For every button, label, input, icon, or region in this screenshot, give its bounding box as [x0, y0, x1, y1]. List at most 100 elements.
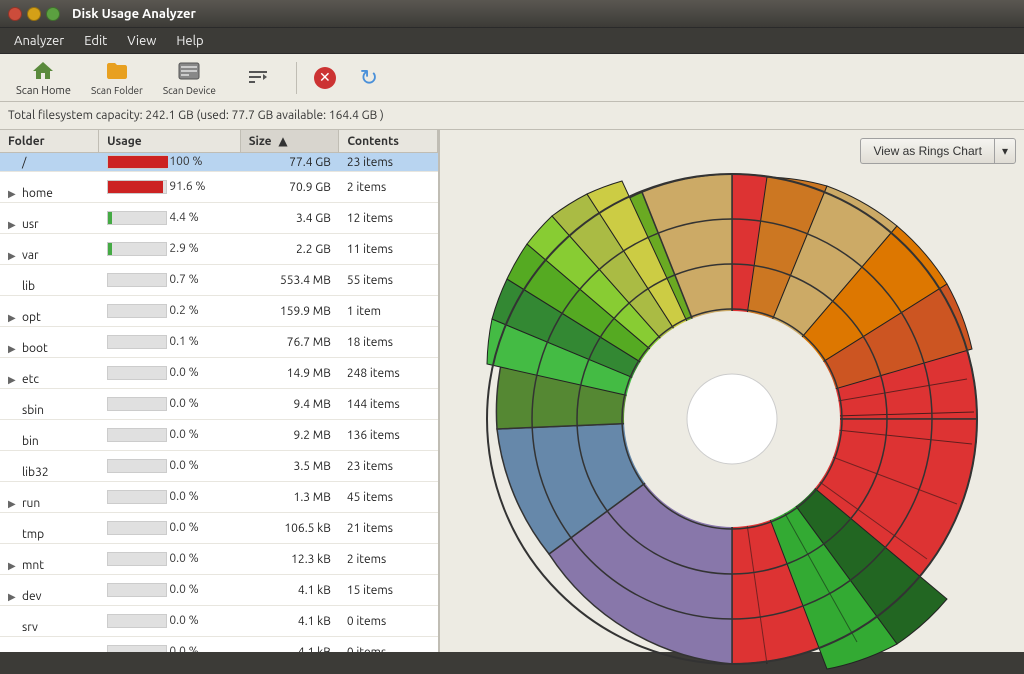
table-row[interactable]: ▶var 2.9 %2.2 GB11 items: [0, 234, 438, 265]
size-cell: 9.4 MB: [240, 389, 339, 420]
usage-percent: 0.0 %: [167, 552, 199, 565]
size-cell: 159.9 MB: [240, 296, 339, 327]
usage-cell: 0.0 %: [99, 575, 241, 606]
titlebar: Disk Usage Analyzer: [0, 0, 1024, 28]
table-row[interactable]: ▶dev 0.0 %4.1 kB15 items: [0, 575, 438, 606]
filesystem-icon: [246, 65, 270, 89]
window-title: Disk Usage Analyzer: [72, 7, 196, 21]
folder-name-label: lib32: [22, 466, 49, 479]
folder-name-label: /: [22, 156, 26, 169]
table-row[interactable]: sbin 0.0 %9.4 MB144 items: [0, 389, 438, 420]
usage-percent: 4.4 %: [167, 211, 199, 224]
expand-arrow-icon[interactable]: ▶: [8, 560, 20, 572]
file-table: Folder Usage Size ▲ Contents / 100 %77.4…: [0, 130, 438, 652]
table-row[interactable]: / 100 %77.4 GB23 items: [0, 153, 438, 172]
usage-cell: 0.0 %: [99, 637, 241, 653]
minimize-button[interactable]: [27, 7, 41, 21]
expand-arrow-icon[interactable]: ▶: [8, 498, 20, 510]
expand-arrow-icon[interactable]: ▶: [8, 374, 20, 386]
contents-cell: 45 items: [339, 482, 438, 513]
folder-name-label: var: [22, 249, 39, 262]
table-row[interactable]: cdrom 0.0 %4.1 kB0 items: [0, 637, 438, 653]
contents-cell: 136 items: [339, 420, 438, 451]
view-as-rings-button[interactable]: View as Rings Chart: [860, 138, 994, 164]
expand-arrow-icon[interactable]: ▶: [8, 219, 20, 231]
size-cell: 4.1 kB: [240, 606, 339, 637]
table-row[interactable]: ▶usr 4.4 %3.4 GB12 items: [0, 203, 438, 234]
size-cell: 2.2 GB: [240, 234, 339, 265]
usage-percent: 0.0 %: [167, 583, 199, 596]
scan-folder-button[interactable]: Scan Folder: [83, 55, 151, 100]
scan-folder-label: Scan Folder: [91, 85, 143, 96]
usage-percent: 2.9 %: [167, 242, 199, 255]
col-usage[interactable]: Usage: [99, 130, 241, 153]
size-cell: 77.4 GB: [240, 153, 339, 172]
filesystem-info: Total filesystem capacity: 242.1 GB (use…: [8, 109, 384, 122]
folder-name-label: boot: [22, 342, 48, 355]
menu-view[interactable]: View: [117, 32, 166, 50]
table-row[interactable]: tmp 0.0 %106.5 kB21 items: [0, 513, 438, 544]
table-row[interactable]: ▶opt 0.2 %159.9 MB1 item: [0, 296, 438, 327]
table-row[interactable]: ▶mnt 0.0 %12.3 kB2 items: [0, 544, 438, 575]
size-cell: 3.4 GB: [240, 203, 339, 234]
usage-percent: 0.0 %: [167, 614, 199, 627]
contents-cell: 248 items: [339, 358, 438, 389]
scan-device-label: Scan Device: [163, 85, 216, 96]
size-cell: 9.2 MB: [240, 420, 339, 451]
col-size[interactable]: Size ▲: [240, 130, 339, 153]
main-content: Folder Usage Size ▲ Contents / 100 %77.4…: [0, 130, 1024, 652]
view-dropdown-button[interactable]: ▾: [994, 138, 1016, 164]
usage-percent: 0.0 %: [167, 366, 199, 379]
col-contents[interactable]: Contents: [339, 130, 438, 153]
table-row[interactable]: lib32 0.0 %3.5 MB23 items: [0, 451, 438, 482]
table-row[interactable]: lib 0.7 %553.4 MB55 items: [0, 265, 438, 296]
folder-icon: [105, 59, 129, 83]
usage-cell: 100 %: [99, 153, 241, 172]
stop-icon: ✕: [313, 66, 337, 90]
file-pane[interactable]: Folder Usage Size ▲ Contents / 100 %77.4…: [0, 130, 440, 652]
folder-name-label: mnt: [22, 559, 44, 572]
table-row[interactable]: ▶boot 0.1 %76.7 MB18 items: [0, 327, 438, 358]
scan-home-button[interactable]: Scan Home: [8, 55, 79, 101]
table-row[interactable]: srv 0.0 %4.1 kB0 items: [0, 606, 438, 637]
scan-device-button[interactable]: Scan Device: [155, 55, 224, 100]
close-button[interactable]: [8, 7, 22, 21]
stop-button[interactable]: ✕: [305, 62, 345, 94]
usage-percent: 0.0 %: [167, 645, 199, 652]
size-cell: 106.5 kB: [240, 513, 339, 544]
rings-chart: [467, 164, 997, 674]
folder-name-label: run: [22, 497, 40, 510]
table-row[interactable]: ▶etc 0.0 %14.9 MB248 items: [0, 358, 438, 389]
expand-arrow-icon[interactable]: ▶: [8, 250, 20, 262]
maximize-button[interactable]: [46, 7, 60, 21]
usage-cell: 0.0 %: [99, 606, 241, 637]
table-row[interactable]: bin 0.0 %9.2 MB136 items: [0, 420, 438, 451]
table-row[interactable]: ▶home 91.6 %70.9 GB2 items: [0, 172, 438, 203]
usage-cell: 4.4 %: [99, 203, 241, 234]
usage-cell: 0.0 %: [99, 358, 241, 389]
usage-cell: 91.6 %: [99, 172, 241, 203]
scan-filesystem-button[interactable]: [228, 61, 288, 95]
size-cell: 553.4 MB: [240, 265, 339, 296]
menu-edit[interactable]: Edit: [74, 32, 117, 50]
chart-pane: View as Rings Chart ▾: [440, 130, 1024, 652]
col-folder[interactable]: Folder: [0, 130, 99, 153]
home-icon: [31, 59, 55, 83]
usage-percent: 0.0 %: [167, 490, 199, 503]
refresh-button[interactable]: ↻: [349, 62, 389, 94]
menu-analyzer[interactable]: Analyzer: [4, 32, 74, 50]
expand-arrow-icon[interactable]: ▶: [8, 343, 20, 355]
statusbar: Total filesystem capacity: 242.1 GB (use…: [0, 102, 1024, 130]
usage-percent: 0.1 %: [167, 335, 199, 348]
folder-name-label: tmp: [22, 528, 44, 541]
usage-cell: 0.0 %: [99, 451, 241, 482]
usage-cell: 0.0 %: [99, 420, 241, 451]
window-controls[interactable]: [8, 7, 60, 21]
folder-name-label: opt: [22, 311, 41, 324]
expand-arrow-icon[interactable]: ▶: [8, 591, 20, 603]
table-row[interactable]: ▶run 0.0 %1.3 MB45 items: [0, 482, 438, 513]
expand-arrow-icon[interactable]: ▶: [8, 312, 20, 324]
expand-arrow-icon[interactable]: ▶: [8, 188, 20, 200]
sort-arrow: ▲: [278, 135, 287, 148]
menu-help[interactable]: Help: [166, 32, 213, 50]
